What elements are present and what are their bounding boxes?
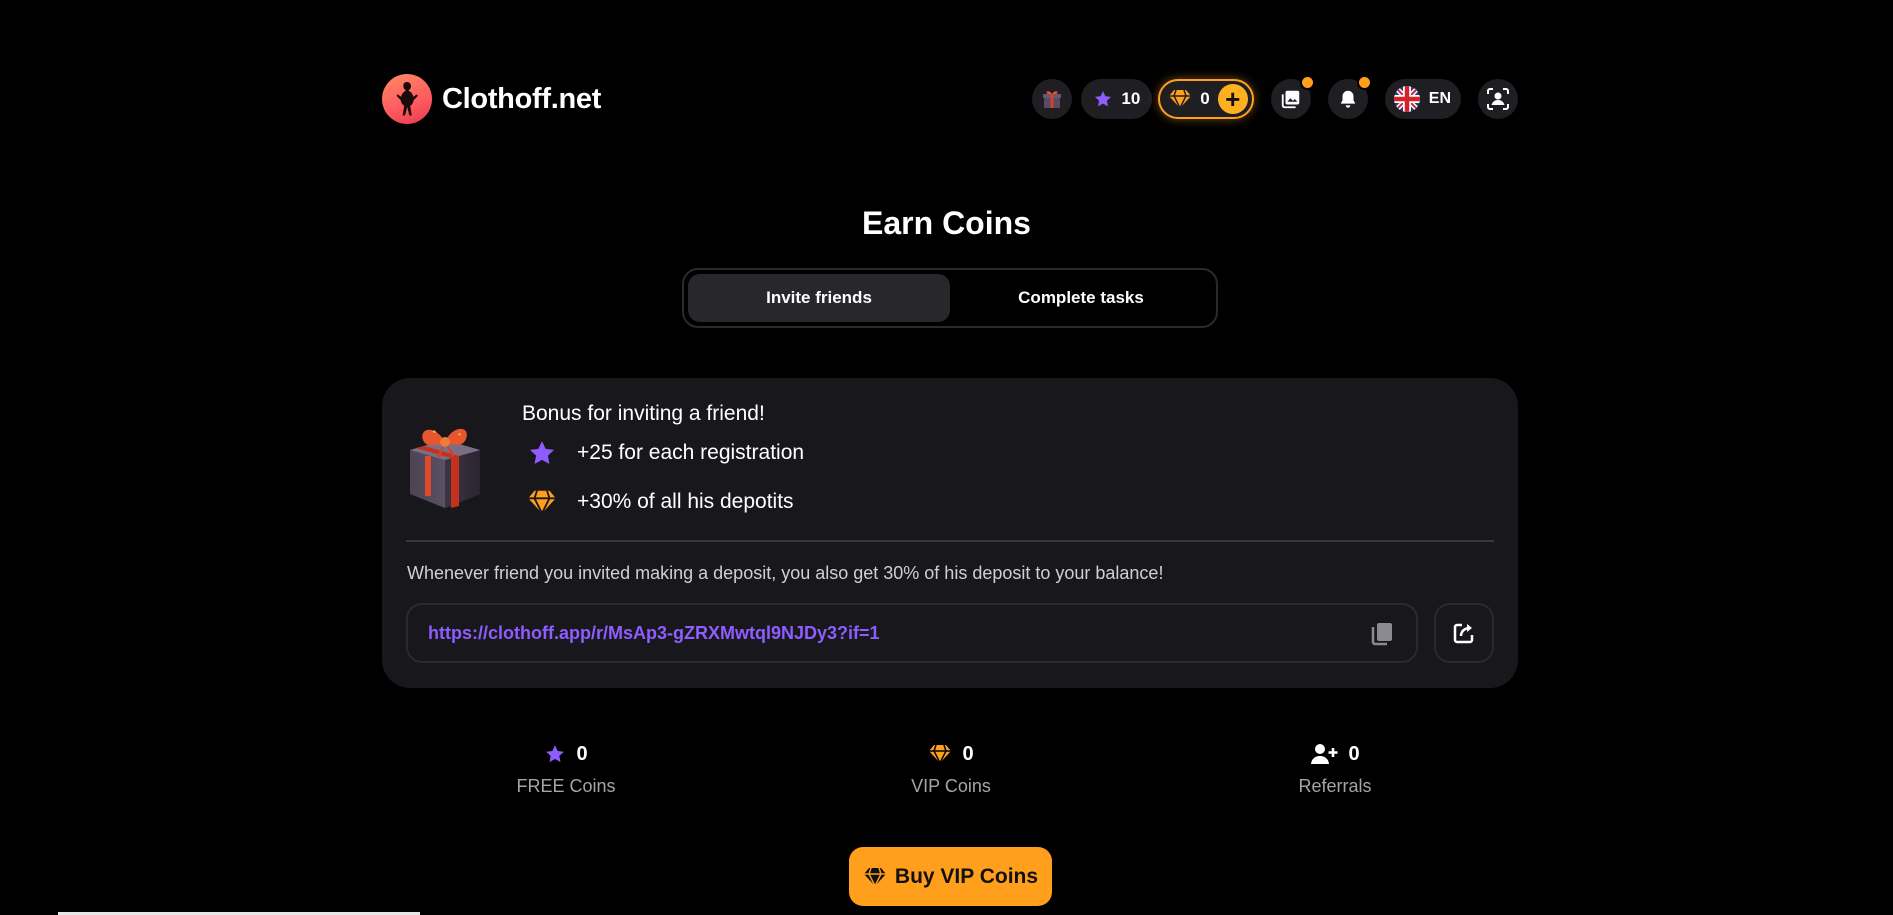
language-code: EN — [1428, 90, 1451, 107]
top-header: Clothoff.net 10 0 + EN — [382, 72, 1518, 126]
header-actions: 10 0 + EN — [1032, 75, 1518, 120]
gallery-button[interactable] — [1270, 75, 1315, 119]
card-divider — [406, 540, 1494, 542]
invite-description: Whenever friend you invited making a dep… — [407, 563, 1164, 583]
vip-coins-stat: 0 VIP Coins — [851, 740, 1051, 797]
diamond-icon — [1169, 89, 1192, 109]
deposit-bonus-text: +30% of all his depotits — [577, 490, 794, 513]
language-selector[interactable]: EN — [1384, 79, 1461, 119]
gallery-icon — [1281, 90, 1300, 109]
user-plus-icon — [1310, 743, 1338, 765]
free-coins-value: 0 — [576, 742, 588, 765]
buy-vip-coins-button[interactable]: Buy VIP Coins — [849, 847, 1052, 906]
add-coins-plus-icon[interactable]: + — [1217, 84, 1248, 114]
referral-link-field[interactable]: https://clothoff.app/r/MsAp3-gZRXMwtql9N… — [406, 603, 1418, 663]
earn-tabs: Invite friends Complete tasks — [682, 268, 1218, 328]
diamond-icon — [928, 744, 952, 764]
page-title: Earn Coins — [862, 205, 1031, 241]
bonus-title: Bonus for inviting a friend! — [522, 402, 765, 425]
vip-coins-value-row: 0 — [851, 740, 1051, 768]
bell-icon — [1340, 90, 1356, 108]
vip-coins-value: 0 — [962, 742, 974, 765]
vip-coins-label: VIP Coins — [911, 776, 991, 796]
buy-vip-coins-label: Buy VIP Coins — [894, 864, 1039, 888]
free-coins-label: FREE Coins — [516, 776, 616, 796]
vip-coins-count: 0 — [1200, 89, 1210, 108]
star-icon — [544, 743, 566, 765]
gallery-notification-dot — [1299, 75, 1315, 90]
free-coins-stat: 0 FREE Coins — [466, 740, 666, 797]
notification-dot — [1356, 75, 1372, 90]
user-profile-icon — [1487, 88, 1509, 110]
star-icon — [1095, 91, 1112, 107]
brand-name: Clothoff.net — [442, 82, 602, 115]
referrals-stat: 0 Referrals — [1235, 740, 1435, 797]
registration-bonus-row: +25 for each registration — [527, 438, 804, 468]
deposit-bonus-row: +30% of all his depotits — [527, 487, 794, 517]
tab-complete-tasks[interactable]: Complete tasks — [950, 274, 1212, 322]
diamond-icon — [527, 487, 557, 517]
gift-box-icon — [406, 412, 484, 512]
vip-coins-pill[interactable]: 0 + — [1158, 79, 1254, 119]
uk-flag-icon — [1393, 86, 1420, 112]
star-icon — [527, 438, 557, 468]
registration-bonus-text: +25 for each registration — [577, 441, 805, 464]
invite-card: Bonus for inviting a friend! +25 for eac… — [382, 378, 1518, 688]
diamond-icon — [863, 867, 887, 887]
free-coins-pill[interactable]: 10 — [1081, 79, 1153, 119]
profile-button[interactable] — [1478, 79, 1518, 119]
share-icon — [1453, 623, 1474, 644]
free-coins-value-row: 0 — [466, 740, 666, 768]
gift-button[interactable] — [1032, 79, 1073, 119]
notifications-button[interactable] — [1327, 75, 1372, 119]
logo-silhouette-icon — [382, 74, 432, 124]
referrals-value-row: 0 — [1235, 740, 1435, 768]
gift-icon — [1043, 91, 1062, 108]
copy-icon[interactable] — [1368, 619, 1396, 647]
tab-invite-friends[interactable]: Invite friends — [688, 274, 950, 322]
referral-link[interactable]: https://clothoff.app/r/MsAp3-gZRXMwtql9N… — [428, 623, 880, 644]
brand-logo[interactable]: Clothoff.net — [382, 74, 601, 124]
free-coins-count: 10 — [1121, 89, 1141, 108]
referrals-value: 0 — [1348, 742, 1360, 765]
share-button[interactable] — [1434, 603, 1494, 663]
referrals-label: Referrals — [1298, 776, 1372, 796]
